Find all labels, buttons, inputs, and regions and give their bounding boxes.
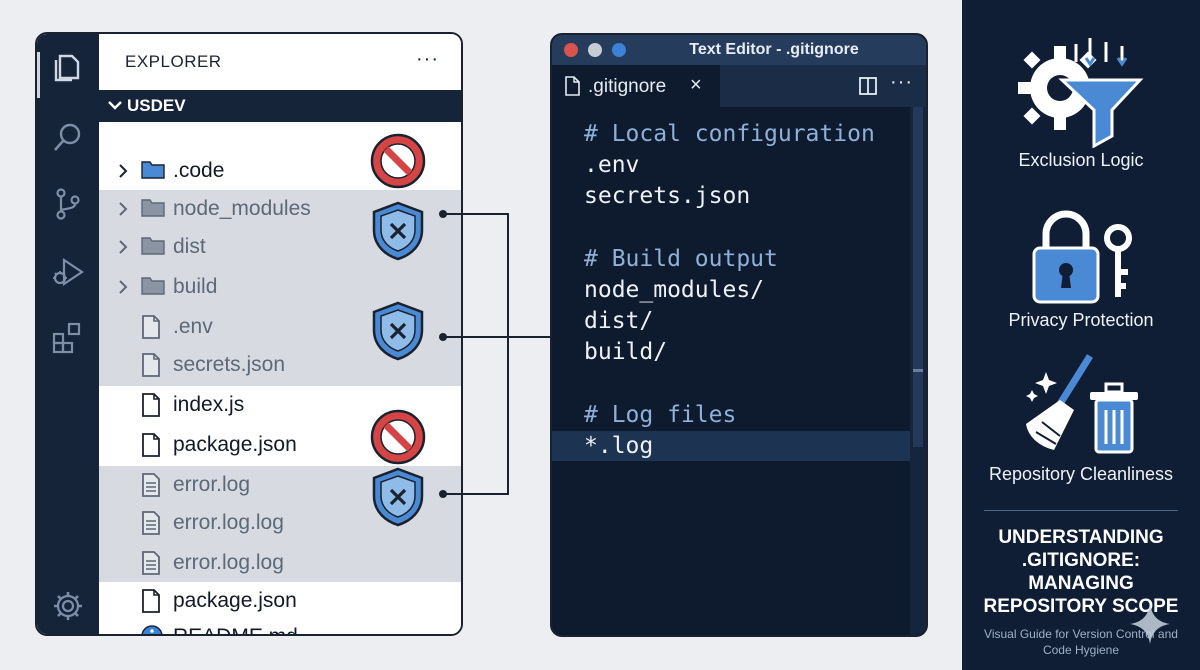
lock-key-icon [1032, 210, 1132, 304]
active-indicator [37, 52, 40, 98]
info-panel: Exclusion Logic Privacy Protection Repos… [962, 0, 1200, 670]
editor-scrollbar[interactable] [910, 107, 926, 635]
tree-item-label: package.json [173, 433, 297, 456]
tree-item-label: .env [173, 315, 213, 338]
chevron-right-icon [119, 202, 128, 216]
run-debug-icon[interactable] [50, 254, 86, 290]
code-comment-line: # Local configuration [584, 121, 875, 147]
blocked-icon [370, 409, 426, 465]
broom-trash-icon [1026, 354, 1138, 454]
tree-item-label: README.md [173, 625, 298, 634]
text-editor-window: Text Editor - .gitignore .gitignore × ··… [550, 33, 928, 637]
folder-icon [141, 197, 165, 222]
search-icon[interactable] [50, 120, 86, 156]
file-icon [141, 589, 161, 618]
folder-icon [141, 275, 165, 300]
concept-privacy-protection: Privacy Protection [1008, 310, 1154, 330]
code-line: *.log [584, 433, 654, 459]
tree-item-label: error.log.log [173, 511, 284, 534]
code-line: .env [584, 152, 640, 179]
tab-close-icon[interactable]: × [690, 74, 702, 97]
concept-exclusion-logic: Exclusion Logic [1018, 150, 1144, 170]
log-file-icon [141, 511, 161, 540]
code-line: node_modules/ [584, 277, 765, 303]
info-icon [141, 625, 163, 634]
blocked-icon [370, 133, 426, 189]
tree-item[interactable]: error.log.log [99, 544, 461, 582]
tree-item-label: dist [173, 235, 206, 258]
tree-item-label: node_modules [173, 197, 311, 220]
file-icon [141, 315, 161, 344]
chevron-right-icon [119, 280, 128, 294]
folder-icon [141, 235, 165, 260]
code-area[interactable]: # Local configuration .env secrets.json # B… [552, 107, 910, 635]
editor-tab-bar: .gitignore × ··· [552, 65, 926, 107]
tree-item-label: error.log.log [173, 551, 284, 574]
file-icon [565, 76, 580, 96]
tree-item-label: index.js [173, 393, 245, 416]
file-icon [141, 353, 161, 382]
tree-item-label: .code [173, 159, 225, 182]
root-folder-name: USDEV [127, 96, 186, 115]
chevron-right-icon [119, 240, 128, 254]
tree-item-label: error.log [173, 473, 251, 496]
activity-bar [37, 34, 99, 634]
tree-item-label: build [173, 275, 218, 298]
tree-item-label: secrets.json [173, 353, 286, 376]
editor-titlebar: Text Editor - .gitignore [552, 35, 926, 65]
file-icon [141, 433, 161, 462]
chevron-right-icon [119, 164, 128, 178]
code-line: secrets.json [584, 183, 751, 210]
tab-gitignore[interactable]: .gitignore × [552, 65, 720, 107]
concept-repository-cleanliness: Repository Cleanliness [988, 464, 1174, 484]
code-comment-line: # Log files [584, 401, 737, 428]
settings-gear-icon[interactable] [50, 588, 86, 624]
code-line: build/ [584, 339, 668, 366]
code-comment-line: # Build output [584, 245, 778, 272]
panel-divider [984, 510, 1178, 511]
files-icon[interactable] [50, 50, 86, 86]
file-icon [141, 393, 161, 422]
code-line: dist/ [584, 308, 654, 335]
scrollbar-thumb[interactable] [913, 107, 923, 447]
explorer-window: EXPLORER ··· USDEV .code node_modulesdist… [35, 32, 463, 636]
explorer-more-button[interactable]: ··· [416, 48, 439, 71]
extensions-icon[interactable] [50, 320, 86, 356]
split-editor-icon[interactable] [858, 76, 878, 96]
folder-icon [141, 159, 165, 184]
shield-x-icon [372, 301, 424, 361]
chevron-down-icon [108, 101, 122, 110]
log-file-icon [141, 551, 161, 580]
explorer-panel: EXPLORER ··· USDEV .code node_modulesdist… [99, 34, 461, 634]
tab-label: .gitignore [588, 76, 667, 97]
scrollbar-marker [913, 369, 923, 372]
explorer-title: EXPLORER [125, 52, 222, 71]
editor-more-button[interactable]: ··· [890, 71, 913, 94]
shield-x-icon [372, 467, 424, 527]
source-control-icon[interactable] [50, 186, 86, 222]
shield-x-icon [372, 201, 424, 261]
tree-item-label: package.json [173, 589, 297, 612]
root-folder-header[interactable]: USDEV [99, 90, 461, 122]
gear-funnel-icon [1018, 38, 1144, 148]
tree-item[interactable]: package.json [99, 582, 461, 618]
window-title: Text Editor - .gitignore [689, 41, 859, 58]
log-file-icon [141, 473, 161, 502]
tree-item[interactable]: README.md [99, 618, 461, 634]
sparkle-icon [1130, 604, 1170, 644]
